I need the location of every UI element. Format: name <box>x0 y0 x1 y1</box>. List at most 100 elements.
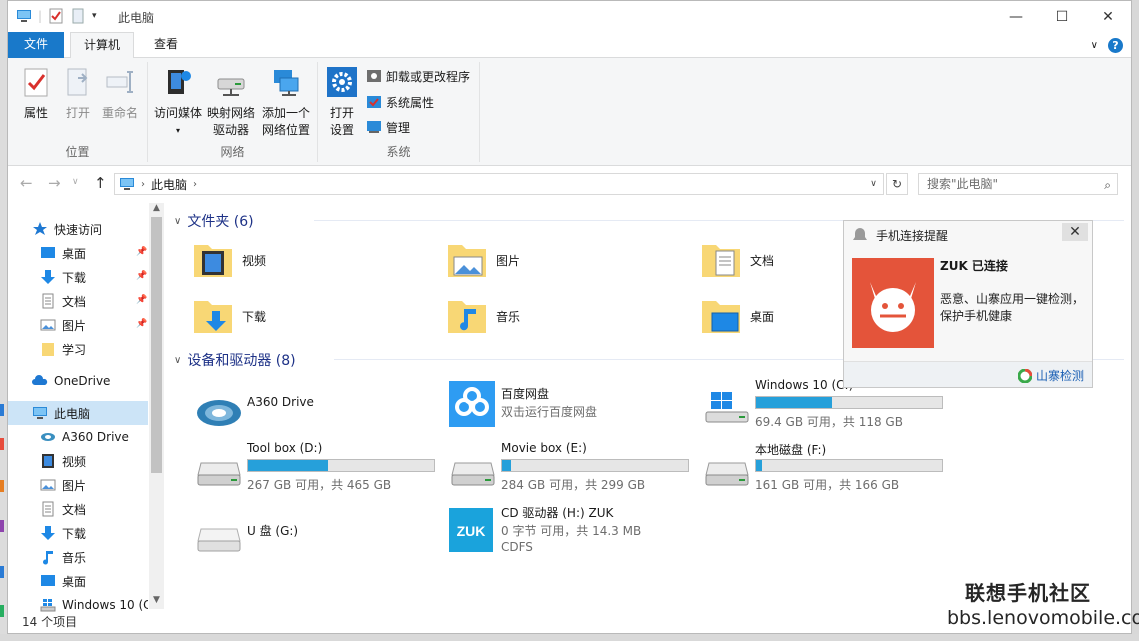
recent-locations-icon[interactable]: ∨ <box>72 177 79 187</box>
window-title: 此电脑 <box>118 11 155 25</box>
computer-icon[interactable] <box>16 8 32 24</box>
refresh-icon[interactable]: ↻ <box>886 173 908 195</box>
ribbon-group-network: 访问媒体 ▾ 映射网络 驱动器 添加一个 网络位置 网络 <box>148 62 318 162</box>
desktop-icon <box>41 575 55 586</box>
folder-videos[interactable]: 视频 <box>192 235 432 285</box>
nav-item-music[interactable]: 音乐 <box>8 545 148 569</box>
tab-view[interactable]: 查看 <box>138 32 194 58</box>
tab-computer[interactable]: 计算机 <box>70 32 134 59</box>
add-location-label-2: 网络位置 <box>261 123 310 137</box>
document-folder-icon <box>702 245 740 277</box>
nav-item-label: 文档 <box>62 502 87 517</box>
drive-a360[interactable]: A360 Drive <box>195 385 445 445</box>
nav-item-a360[interactable]: A360 Drive <box>8 425 148 449</box>
group-label-network: 网络 <box>220 145 245 159</box>
desktop-folder-icon <box>702 301 740 333</box>
drive-name: U 盘 (G:) <box>247 524 299 538</box>
breadcrumb-current[interactable]: 此电脑 <box>151 176 187 193</box>
new-folder-icon[interactable] <box>70 8 86 24</box>
pin-icon[interactable]: 📌 <box>136 271 147 281</box>
nav-item-study[interactable]: 学习 <box>8 337 148 361</box>
folder-label: 视频 <box>242 253 267 268</box>
folders-section-header[interactable]: ∨ 文件夹 (6) <box>174 211 1124 231</box>
nav-item-documents-2[interactable]: 文档 <box>8 497 148 521</box>
map-drive-button[interactable]: 映射网络 驱动器 <box>206 66 256 139</box>
uninstall-label: 卸载或更改程序 <box>386 69 471 84</box>
forward-arrow-icon[interactable]: → <box>48 174 61 192</box>
dropdown-arrow-icon: ▾ <box>175 126 180 135</box>
folder-label: 文档 <box>750 253 775 268</box>
properties-icon[interactable] <box>48 8 64 24</box>
help-icon[interactable]: ? <box>1108 38 1123 53</box>
nav-item-downloads[interactable]: 下载 📌 <box>8 265 148 289</box>
close-button[interactable]: ✕ <box>1085 1 1131 32</box>
search-input[interactable]: 搜索"此电脑" ⌕ <box>918 173 1118 195</box>
folder-icon <box>42 343 54 356</box>
customize-qat-icon[interactable]: ▾ <box>92 11 97 21</box>
phone-connect-notification: 手机连接提醒 ✕ ZUK 已连接 恶意、山寨应用一键检测，保护手机健康 山寨检测 <box>843 220 1093 388</box>
drive-baidu[interactable]: 百度网盘 双击运行百度网盘 <box>449 381 699 445</box>
up-arrow-icon[interactable]: ↑ <box>94 174 107 192</box>
scroll-thumb[interactable] <box>151 217 162 473</box>
manage-button[interactable]: 管理 <box>366 117 410 137</box>
drive-free-space: 284 GB 可用，共 299 GB <box>501 478 646 492</box>
uninstall-icon <box>367 70 381 82</box>
drive-usage-bar <box>755 396 943 409</box>
chevron-down-icon[interactable]: ∨ <box>174 355 181 366</box>
folder-music[interactable]: 音乐 <box>446 291 686 341</box>
nav-scrollbar[interactable]: ▲ ▼ <box>149 203 164 609</box>
add-network-location-button[interactable]: 添加一个 网络位置 <box>258 66 314 139</box>
drive-g[interactable]: U 盘 (G:) <box>195 507 445 567</box>
tab-file[interactable]: 文件 <box>8 32 64 58</box>
scroll-up-icon[interactable]: ▲ <box>149 203 164 217</box>
notification-close-icon[interactable]: ✕ <box>1062 223 1088 241</box>
chevron-down-icon[interactable]: ∨ <box>174 216 181 227</box>
breadcrumb-chevron-icon[interactable]: › <box>141 179 145 190</box>
nav-item-label: 桌面 <box>62 246 87 261</box>
folder-downloads[interactable]: 下载 <box>192 291 432 341</box>
scroll-down-icon[interactable]: ▼ <box>149 595 164 609</box>
address-bar[interactable]: › 此电脑 › <box>114 173 884 195</box>
drive-e[interactable]: Movie box (E:) 284 GB 可用，共 299 GB <box>449 441 699 501</box>
notification-title: 手机连接提醒 <box>876 229 949 243</box>
maximize-button[interactable]: ☐ <box>1039 1 1085 32</box>
properties-button[interactable]: 属性 <box>18 66 54 122</box>
drive-free-space: 0 字节 可用，共 14.3 MB <box>501 524 642 538</box>
windows-drive-icon <box>705 392 749 423</box>
nav-item-desktop-2[interactable]: 桌面 <box>8 569 148 593</box>
system-properties-button[interactable]: 系统属性 <box>366 92 434 112</box>
breadcrumb-chevron-icon[interactable]: › <box>193 179 197 190</box>
pin-icon[interactable]: 📌 <box>136 247 147 257</box>
access-media-button[interactable]: 访问媒体 ▾ <box>152 66 204 139</box>
map-drive-label-1: 映射网络 <box>206 106 255 120</box>
drive-d[interactable]: Tool box (D:) 267 GB 可用，共 465 GB <box>195 441 445 501</box>
nav-item-downloads-2[interactable]: 下载 <box>8 521 148 545</box>
open-button[interactable]: 打开 <box>60 66 96 122</box>
rename-button[interactable]: 重命名 <box>98 66 142 122</box>
nav-item-videos[interactable]: 视频 <box>8 449 148 473</box>
nav-item-pictures-2[interactable]: 图片 <box>8 473 148 497</box>
address-dropdown-icon[interactable]: ∨ <box>864 173 884 195</box>
uninstall-button[interactable]: 卸载或更改程序 <box>366 66 470 86</box>
back-arrow-icon[interactable]: ← <box>20 174 33 192</box>
map-drive-label-2: 驱动器 <box>212 123 249 137</box>
devices-section-header[interactable]: ∨ 设备和驱动器 (8) <box>174 350 1124 370</box>
folder-pictures[interactable]: 图片 <box>446 235 686 285</box>
nav-item-quick-access[interactable]: 快速访问 <box>8 217 148 241</box>
fake-app-check-link[interactable]: 山寨检测 <box>1017 367 1084 384</box>
nav-item-desktop[interactable]: 桌面 📌 <box>8 241 148 265</box>
rename-icon <box>106 71 133 93</box>
pin-icon[interactable]: 📌 <box>136 319 147 329</box>
pin-icon[interactable]: 📌 <box>136 295 147 305</box>
nav-item-pictures[interactable]: 图片 📌 <box>8 313 148 337</box>
nav-item-onedrive[interactable]: OneDrive <box>8 369 148 393</box>
drive-f[interactable]: 本地磁盘 (F:) 161 GB 可用，共 166 GB <box>703 441 953 501</box>
nav-item-this-pc[interactable]: 此电脑 <box>8 401 148 425</box>
drive-h[interactable]: ZUK CD 驱动器 (H:) ZUK 0 字节 可用，共 14.3 MB CD… <box>449 504 699 564</box>
document-icon <box>42 501 54 517</box>
open-settings-button[interactable]: 打开 设置 <box>324 66 360 139</box>
nav-item-documents[interactable]: 文档 📌 <box>8 289 148 313</box>
minimize-button[interactable]: — <box>993 1 1039 32</box>
search-icon[interactable]: ⌕ <box>1104 175 1111 195</box>
collapse-ribbon-icon[interactable]: ∨ <box>1091 40 1098 51</box>
